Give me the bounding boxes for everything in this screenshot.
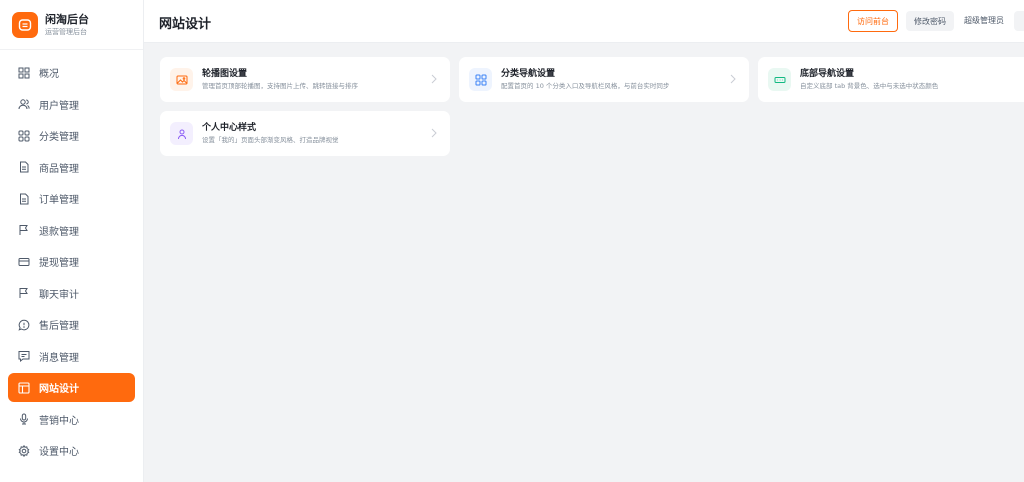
sidebar-item-settings[interactable]: 设置中心 bbox=[8, 436, 135, 465]
brand: 闲淘后台 运营管理后台 bbox=[0, 0, 143, 50]
sidebar-item-label: 聊天审计 bbox=[39, 289, 79, 301]
card-description: 设置「我的」页面头部渐变风格、打造品牌视觉 bbox=[202, 136, 339, 144]
gear-icon bbox=[18, 444, 30, 457]
brand-title: 闲淘后台 bbox=[45, 12, 89, 26]
sidebar-item-label: 消息管理 bbox=[39, 352, 79, 364]
sidebar-item-orders[interactable]: 订单管理 bbox=[8, 184, 135, 213]
chat-bubble-icon bbox=[18, 319, 30, 331]
microphone-icon bbox=[20, 413, 28, 425]
person-icon bbox=[170, 122, 193, 145]
image-icon bbox=[170, 68, 193, 91]
card-bottom-nav-settings[interactable]: 底部导航设置 自定义底部 tab 背景色、选中与未选中状态颜色 bbox=[758, 57, 1024, 102]
sidebar-item-overview[interactable]: 概况 bbox=[8, 58, 135, 87]
sidebar-item-label: 商品管理 bbox=[39, 163, 79, 175]
sidebar-item-refund[interactable]: 退款管理 bbox=[8, 216, 135, 245]
sidebar-item-label: 提现管理 bbox=[39, 258, 79, 269]
top-header: 网站设计 访问前台 修改密码 超级管理员 bbox=[144, 0, 1024, 43]
grid-icon bbox=[469, 68, 492, 91]
chevron-right-icon bbox=[431, 128, 437, 138]
sidebar-item-aftersale[interactable]: 售后管理 bbox=[8, 310, 135, 339]
card-description: 管理首页顶部轮播图，支持图片上传、跳转链接与排序 bbox=[202, 82, 358, 90]
card-description: 自定义底部 tab 背景色、选中与未选中状态颜色 bbox=[800, 82, 939, 90]
card-title: 底部导航设置 bbox=[800, 69, 855, 79]
card-banner-settings[interactable]: 轮播图设置 管理首页顶部轮播图，支持图片上传、跳转链接与排序 bbox=[160, 57, 450, 102]
sidebar-item-label: 售后管理 bbox=[39, 321, 79, 332]
card-description: 配置首页的 10 个分类入口及导航栏风格，与前台实时同步 bbox=[501, 82, 670, 90]
card-profile-style[interactable]: 个人中心样式 设置「我的」页面头部渐变风格、打造品牌视觉 bbox=[160, 111, 450, 156]
sidebar-item-goods[interactable]: 商品管理 bbox=[8, 153, 135, 182]
sidebar-nav: 概况 用户管理 分类管理 商品管理 订单管理 退款管理 提现管理 聊天审计 售后… bbox=[8, 58, 135, 468]
sidebar-item-marketing[interactable]: 营销中心 bbox=[8, 405, 135, 434]
sidebar-item-users[interactable]: 用户管理 bbox=[8, 90, 135, 119]
tabbar-icon bbox=[768, 68, 791, 91]
card-category-nav-settings[interactable]: 分类导航设置 配置首页的 10 个分类入口及导航栏风格，与前台实时同步 bbox=[459, 57, 749, 102]
sidebar-item-message[interactable]: 消息管理 bbox=[8, 342, 135, 371]
sidebar-item-category[interactable]: 分类管理 bbox=[8, 121, 135, 150]
sidebar-item-label: 营销中心 bbox=[39, 415, 79, 427]
sidebar-item-label: 退款管理 bbox=[39, 226, 79, 238]
logout-button[interactable] bbox=[1014, 11, 1024, 31]
sidebar-item-label: 用户管理 bbox=[39, 100, 79, 112]
flag-icon bbox=[19, 225, 28, 235]
brand-subtitle: 运营管理后台 bbox=[45, 27, 87, 36]
chevron-right-icon bbox=[431, 74, 437, 84]
visit-frontend-button[interactable]: 访问前台 bbox=[848, 10, 898, 32]
app-logo-icon bbox=[12, 11, 38, 38]
sidebar: 闲淘后台 运营管理后台 概况 用户管理 分类管理 商品管理 订单管理 退款管理 bbox=[0, 0, 144, 482]
document-icon bbox=[20, 161, 29, 173]
card-icon bbox=[18, 257, 30, 266]
sidebar-item-label: 订单管理 bbox=[39, 195, 79, 206]
flag-icon bbox=[19, 288, 28, 298]
chevron-right-icon bbox=[730, 74, 736, 84]
card-title: 分类导航设置 bbox=[501, 69, 556, 79]
layout-icon bbox=[18, 381, 30, 394]
sidebar-item-label: 设置中心 bbox=[39, 447, 79, 458]
message-icon bbox=[18, 351, 30, 362]
sidebar-item-label: 分类管理 bbox=[39, 132, 79, 143]
card-title: 轮播图设置 bbox=[202, 69, 248, 79]
grid-icon bbox=[18, 67, 30, 78]
user-name: 超级管理员 bbox=[964, 16, 1004, 25]
sidebar-item-label: 网站设计 bbox=[39, 384, 79, 395]
document-icon bbox=[20, 193, 29, 204]
sidebar-item-withdraw[interactable]: 提现管理 bbox=[8, 247, 135, 276]
users-icon bbox=[18, 99, 30, 110]
sidebar-item-website[interactable]: 网站设计 bbox=[8, 373, 135, 402]
change-password-button[interactable]: 修改密码 bbox=[906, 11, 954, 31]
card-title: 个人中心样式 bbox=[202, 123, 257, 133]
page-title: 网站设计 bbox=[159, 17, 212, 32]
category-grid-icon bbox=[18, 130, 30, 141]
sidebar-item-label: 概况 bbox=[39, 69, 59, 80]
sidebar-item-chat[interactable]: 聊天审计 bbox=[8, 279, 135, 308]
